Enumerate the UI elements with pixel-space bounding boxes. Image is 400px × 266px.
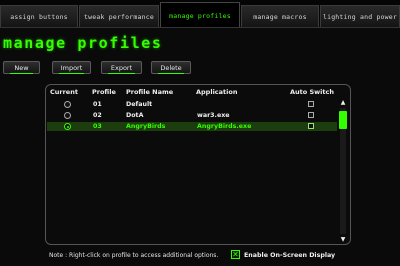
footer-note: Note : Right-click on profile to access … (49, 252, 219, 259)
tab-tweak-performance[interactable]: Tweak Performance (79, 5, 159, 27)
scroll-up-arrow-icon[interactable]: ▲ (339, 99, 347, 106)
column-header-current: Current (50, 88, 78, 96)
scroll-thumb[interactable] (339, 111, 347, 129)
current-profile-radio[interactable] (64, 101, 71, 108)
tab-assign-buttons[interactable]: Assign Buttons (0, 5, 78, 27)
profile-name: AngryBirds (126, 123, 166, 130)
profile-list-panel: Current Profile Profile Name Application… (45, 84, 351, 245)
tab-manage-macros[interactable]: Manage Macros (241, 5, 319, 27)
table-row-selected[interactable]: 03 AngryBirds AngryBirds.exe (47, 122, 337, 131)
tab-lighting-and-power[interactable]: Lighting and Power (320, 5, 400, 27)
table-row[interactable]: 02 DotA war3.exe (47, 111, 337, 120)
osd-checkbox-label[interactable]: Enable On-Screen Display (244, 252, 335, 259)
profile-number: 01 (93, 101, 102, 108)
table-header: Current Profile Profile Name Application… (46, 85, 350, 97)
profile-application: war3.exe (197, 112, 230, 119)
profile-number: 03 (93, 123, 102, 130)
column-header-auto-switch: Auto Switch (290, 88, 334, 96)
scroll-down-arrow-icon[interactable]: ▼ (339, 236, 347, 243)
tab-bar: Assign Buttons Tweak Performance Manage … (0, 0, 400, 28)
osd-checkbox-icon[interactable]: ✕ (231, 250, 240, 259)
export-profile-button[interactable]: Export (101, 61, 142, 74)
column-header-profile: Profile (92, 88, 116, 96)
column-header-profile-name: Profile Name (126, 88, 174, 96)
profile-number: 02 (93, 112, 102, 119)
vertical-scrollbar[interactable]: ▲ ▼ (338, 99, 348, 243)
delete-profile-button[interactable]: Delete (151, 61, 191, 74)
import-profile-button[interactable]: Import (52, 61, 91, 74)
column-header-application: Application (196, 88, 238, 96)
auto-switch-checkbox[interactable] (308, 101, 314, 107)
new-profile-button[interactable]: New (3, 61, 40, 74)
auto-switch-checkbox[interactable] (308, 123, 314, 129)
table-row[interactable]: 01 Default (47, 100, 337, 109)
tab-manage-profiles[interactable]: Manage Profiles (160, 2, 240, 28)
profile-name: Default (126, 101, 153, 108)
profile-name: DotA (126, 112, 144, 119)
current-profile-radio[interactable] (64, 123, 71, 130)
page-title: Manage Profiles (3, 34, 163, 52)
profile-application: AngryBirds.exe (197, 123, 252, 130)
tab-divider (0, 27, 400, 28)
auto-switch-checkbox[interactable] (308, 112, 314, 118)
current-profile-radio[interactable] (64, 112, 71, 119)
